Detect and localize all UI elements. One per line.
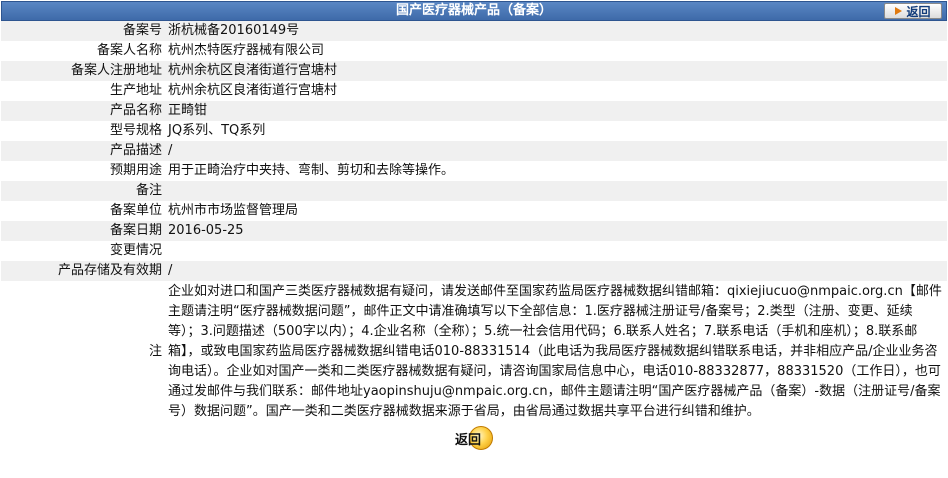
field-label: 变更情况 [1, 241, 165, 261]
table-row: 预期用途 用于正畸治疗中夹持、弯制、剪切和去除等操作。 [1, 161, 947, 181]
field-label: 型号规格 [1, 121, 165, 141]
table-row: 产品描述 / [1, 141, 947, 161]
table-row: 备案人注册地址 杭州余杭区良渚街道行宫塘村 [1, 61, 947, 81]
table-row: 产品名称 正畸钳 [1, 101, 947, 121]
footer: 返回 [0, 426, 948, 456]
field-label: 预期用途 [1, 161, 165, 181]
note-row: 注 企业如对进口和国产三类医疗器械数据有疑问，请发送邮件至国家药监局医疗器械数据… [1, 281, 947, 423]
field-label: 备案人名称 [1, 41, 165, 61]
field-label: 产品名称 [1, 101, 165, 121]
table-row: 型号规格 JQ系列、TQ系列 [1, 121, 947, 141]
back-button-bottom-label: 返回 [454, 433, 481, 448]
field-value: JQ系列、TQ系列 [165, 121, 947, 141]
field-value: 杭州杰特医疗器械有限公司 [165, 41, 947, 61]
field-value: 正畸钳 [165, 101, 947, 121]
table-row: 生产地址 杭州余杭区良渚街道行宫塘村 [1, 81, 947, 101]
page-header: 国产医疗器械产品（备案） 返回 [1, 1, 947, 21]
field-value: 杭州市市场监督管理局 [165, 201, 947, 221]
field-value: 2016-05-25 [165, 221, 947, 241]
field-label: 备案人注册地址 [1, 61, 165, 81]
table-row: 备案单位 杭州市市场监督管理局 [1, 201, 947, 221]
table-row: 变更情况 [1, 241, 947, 261]
table-row: 备案号 浙杭械备20160149号 [1, 21, 947, 41]
table-row: 产品存储及有效期 / [1, 261, 947, 281]
record-table: 备案号 浙杭械备20160149号 备案人名称 杭州杰特医疗器械有限公司 备案人… [1, 21, 947, 423]
field-label: 备案号 [1, 21, 165, 41]
note-label: 注 [1, 281, 165, 423]
table-row: 备案日期 2016-05-25 [1, 221, 947, 241]
field-label: 备注 [1, 181, 165, 201]
back-button-bottom[interactable]: 返回 [449, 426, 499, 452]
field-value: / [165, 141, 947, 161]
back-button-top[interactable]: 返回 [884, 3, 942, 19]
table-row: 备注 [1, 181, 947, 201]
field-value: 杭州余杭区良渚街道行宫塘村 [165, 81, 947, 101]
field-value: 杭州余杭区良渚街道行宫塘村 [165, 61, 947, 81]
back-button-top-label: 返回 [906, 4, 931, 19]
field-label: 生产地址 [1, 81, 165, 101]
field-label: 产品描述 [1, 141, 165, 161]
field-value: / [165, 261, 947, 281]
field-value: 浙杭械备20160149号 [165, 21, 947, 41]
note-text: 企业如对进口和国产三类医疗器械数据有疑问，请发送邮件至国家药监局医疗器械数据纠错… [165, 281, 947, 423]
field-label: 备案单位 [1, 201, 165, 221]
table-row: 备案人名称 杭州杰特医疗器械有限公司 [1, 41, 947, 61]
field-value [165, 241, 947, 261]
arrow-right-icon [895, 7, 903, 15]
field-label: 备案日期 [1, 221, 165, 241]
field-label: 产品存储及有效期 [1, 261, 165, 281]
field-value: 用于正畸治疗中夹持、弯制、剪切和去除等操作。 [165, 161, 947, 181]
page-title: 国产医疗器械产品（备案） [395, 3, 552, 18]
field-value [165, 181, 947, 201]
